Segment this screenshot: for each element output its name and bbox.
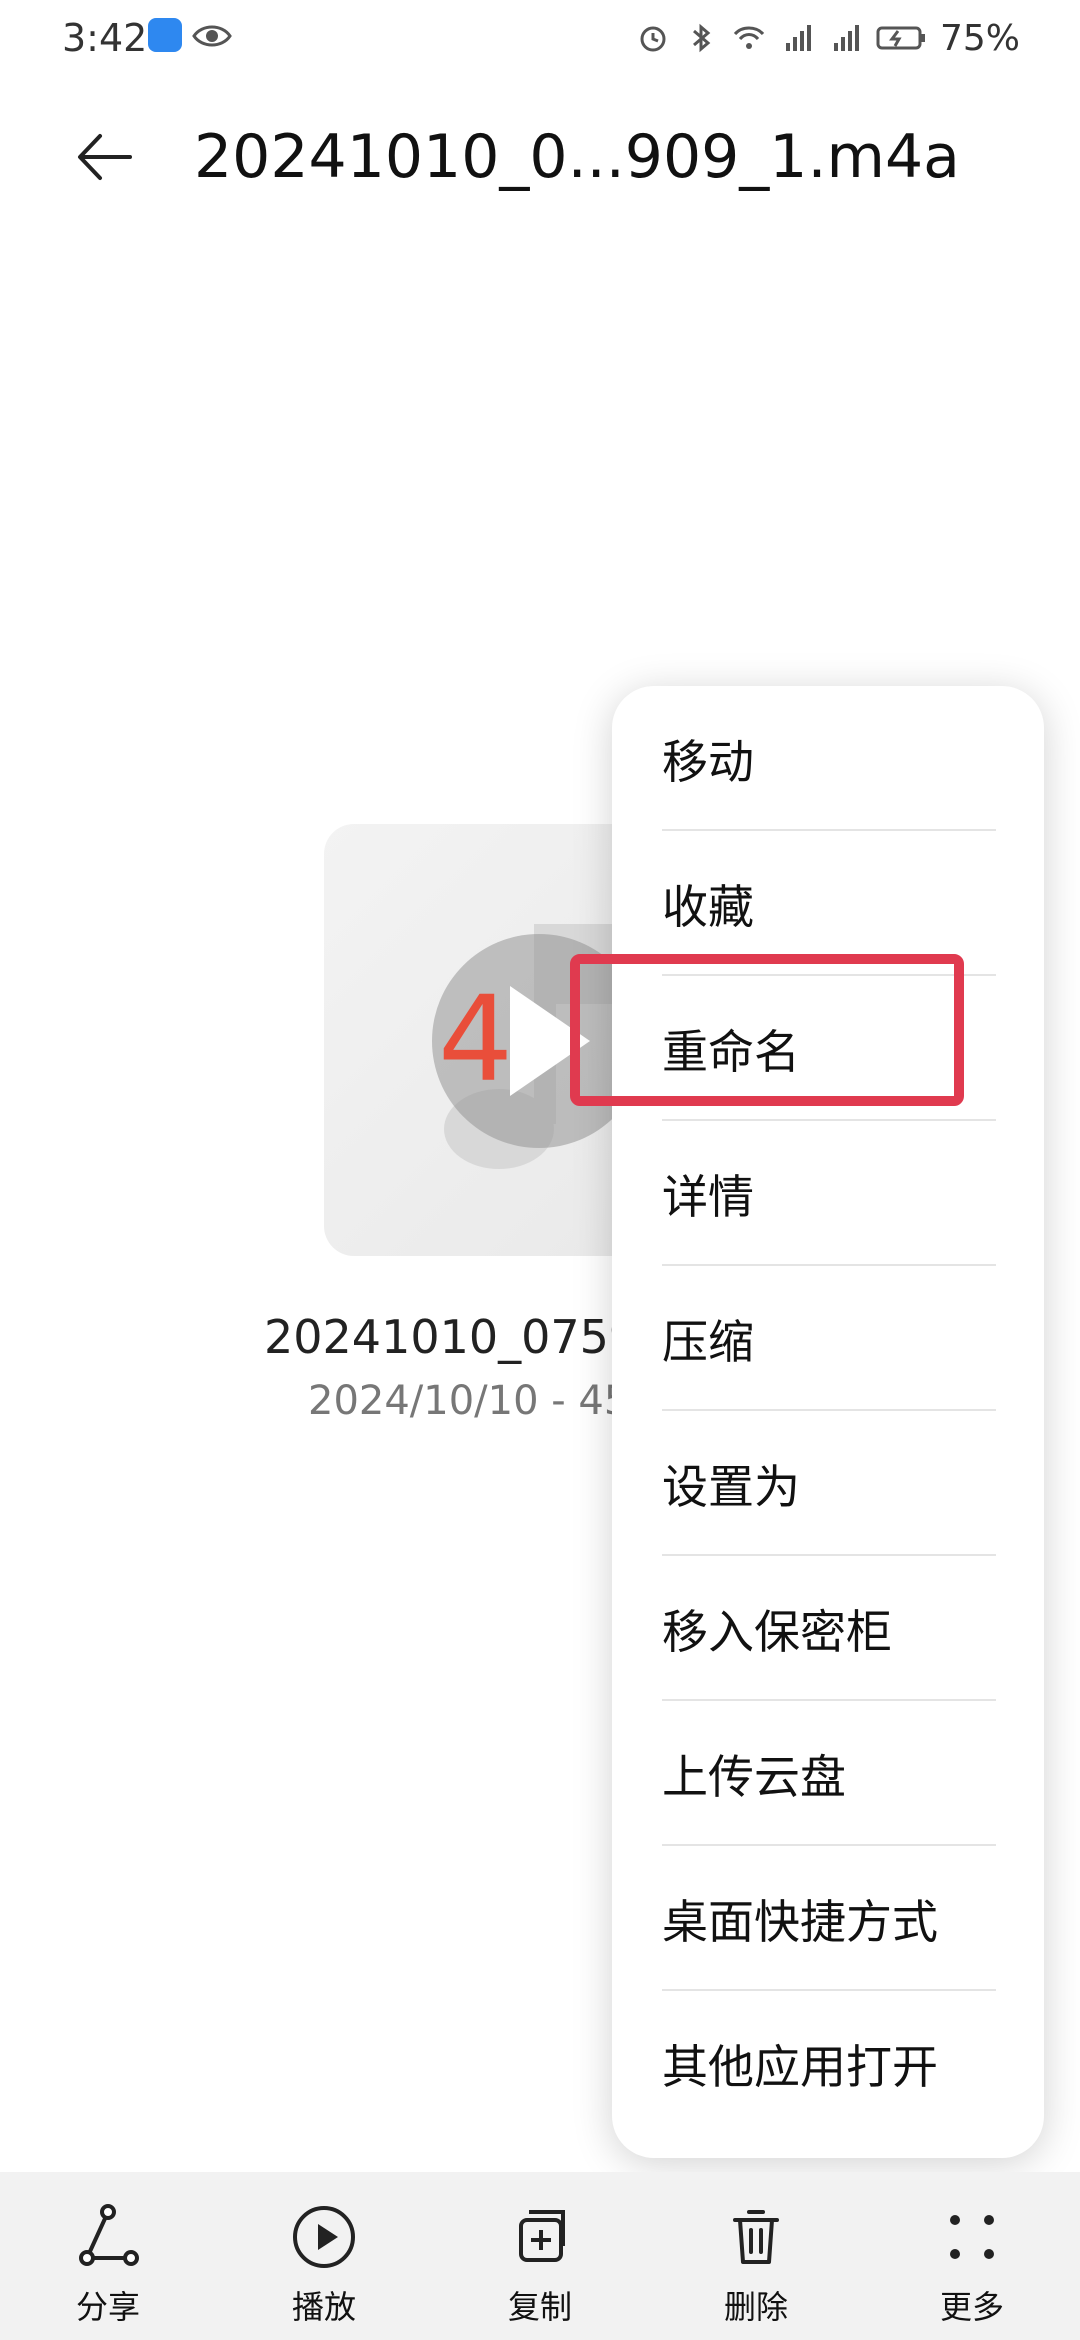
menu-item-move[interactable]: 移动 xyxy=(612,686,1044,831)
share-label: 分享 xyxy=(75,2288,140,2326)
battery-percent: 75% xyxy=(939,17,1020,59)
signal-4g-icon xyxy=(833,25,859,51)
preview-digit: 4 xyxy=(438,970,514,1108)
wifi-icon xyxy=(733,26,765,49)
alarm-icon xyxy=(640,26,666,52)
menu-item-upload-cloud[interactable]: 上传云盘 xyxy=(612,1701,1044,1846)
file-name: 20241010_0759 xyxy=(264,1310,639,1364)
eye-icon xyxy=(192,25,232,47)
menu-item-set-as[interactable]: 设置为 xyxy=(612,1411,1044,1556)
menu-item-move-to-safe[interactable]: 移入保密柜 xyxy=(612,1556,1044,1701)
app-icon xyxy=(148,18,182,52)
menu-item-desktop-shortcut[interactable]: 桌面快捷方式 xyxy=(612,1846,1044,1991)
menu-item-rename[interactable]: 重命名 xyxy=(612,976,1044,1121)
page-title: 20241010_0...909_1.m4a xyxy=(194,122,960,192)
more-button[interactable]: 更多 xyxy=(894,2172,1050,2340)
share-icon xyxy=(79,2204,139,2266)
signal-4g-icon xyxy=(785,25,811,51)
copy-icon xyxy=(519,2210,565,2262)
bluetooth-icon xyxy=(693,23,711,53)
play-button[interactable]: 播放 xyxy=(246,2172,402,2340)
menu-item-open-with-other-app[interactable]: 其他应用打开 xyxy=(612,1991,1044,2136)
more-dots-icon xyxy=(950,2215,994,2259)
play-label: 播放 xyxy=(291,2288,356,2326)
more-label: 更多 xyxy=(939,2288,1004,2326)
menu-item-compress[interactable]: 压缩 xyxy=(612,1266,1044,1411)
status-icons: 75% xyxy=(636,14,1020,62)
file-meta: 2024/10/10 - 45 xyxy=(308,1378,630,1424)
trash-icon xyxy=(733,2210,779,2264)
more-menu: 移动 收藏 重命名 详情 压缩 设置为 移入保密柜 上传云盘 桌面快捷方式 其他… xyxy=(612,686,1044,2158)
back-arrow-icon[interactable] xyxy=(72,124,138,190)
menu-item-favorite[interactable]: 收藏 xyxy=(612,831,1044,976)
screen: 3:42 75% 20241010_0...909_1.m4a 4 202410… xyxy=(0,0,1080,2340)
status-bar: 3:42 75% xyxy=(0,0,1080,80)
battery-icon xyxy=(876,26,925,50)
copy-button[interactable]: 复制 xyxy=(462,2172,618,2340)
play-icon xyxy=(510,986,590,1096)
share-button[interactable]: 分享 xyxy=(30,2172,186,2340)
menu-item-details[interactable]: 详情 xyxy=(612,1121,1044,1266)
copy-label: 复制 xyxy=(507,2288,572,2326)
bottom-toolbar: 分享 播放 复制 删除 更多 xyxy=(0,2172,1080,2340)
delete-label: 删除 xyxy=(723,2288,788,2326)
status-time: 3:42 xyxy=(62,16,148,60)
delete-button[interactable]: 删除 xyxy=(678,2172,834,2340)
play-circle-icon xyxy=(293,2206,355,2268)
